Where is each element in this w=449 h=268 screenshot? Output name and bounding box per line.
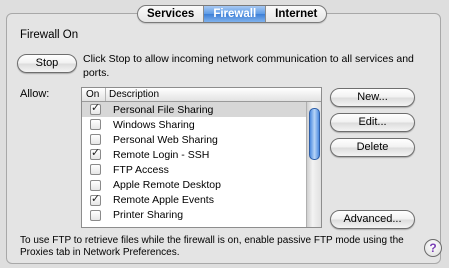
list-item[interactable]: Windows Sharing [82,117,321,132]
list-item[interactable]: Printer Sharing [82,208,321,223]
service-label: Remote Apple Events [113,194,214,207]
vertical-scrollbar[interactable] [306,102,321,227]
new-button[interactable]: New... [330,88,415,107]
service-checkbox[interactable] [90,146,101,161]
service-label: Personal Web Sharing [113,133,218,146]
service-label: FTP Access [113,163,169,176]
tab-services[interactable]: Services [138,6,203,22]
stop-button[interactable]: Stop [17,54,77,73]
service-label: Remote Login - SSH [113,148,210,161]
scroll-thumb[interactable] [309,108,320,160]
list-item[interactable]: Personal File Sharing [82,101,321,118]
service-label: Windows Sharing [113,118,195,131]
service-label: Printer Sharing [113,209,184,222]
service-checkbox[interactable] [90,101,101,116]
service-label: Apple Remote Desktop [113,179,221,192]
service-checkbox[interactable] [90,192,101,206]
list-item[interactable]: Remote Apple Events [82,192,321,208]
column-header-on[interactable]: On [82,88,106,101]
segmented-tabs: Services Firewall Internet [137,5,328,23]
tab-internet[interactable]: Internet [265,6,326,22]
list-header: On Description [82,88,321,102]
service-checkbox[interactable] [90,134,101,146]
stop-description: Click Stop to allow incoming network com… [83,53,414,79]
ftp-note: To use FTP to retrieve files while the f… [20,235,404,258]
edit-button[interactable]: Edit... [330,113,415,132]
firewall-status-title: Firewall On [20,29,79,41]
list-item[interactable]: Personal Web Sharing [82,132,321,147]
advanced-button[interactable]: Advanced... [330,210,415,229]
list-item[interactable]: Remote Login - SSH [82,146,321,162]
service-checkbox[interactable] [90,164,101,176]
help-icon[interactable]: ? [424,239,442,257]
tab-firewall[interactable]: Firewall [203,6,266,22]
list-rows: Personal File Sharing Windows Sharing Pers… [82,101,321,223]
service-checkbox[interactable] [90,179,101,191]
service-label: Personal File Sharing [113,103,214,116]
service-checkbox[interactable] [90,119,101,131]
list-item[interactable]: FTP Access [82,162,321,177]
service-checkbox[interactable] [90,209,101,221]
delete-button[interactable]: Delete [330,138,415,157]
services-list[interactable]: On Description Personal File Sharing Wind… [81,87,322,228]
column-header-description[interactable]: Description [106,88,159,101]
list-item[interactable]: Apple Remote Desktop [82,177,321,192]
allow-label: Allow: [20,88,50,100]
